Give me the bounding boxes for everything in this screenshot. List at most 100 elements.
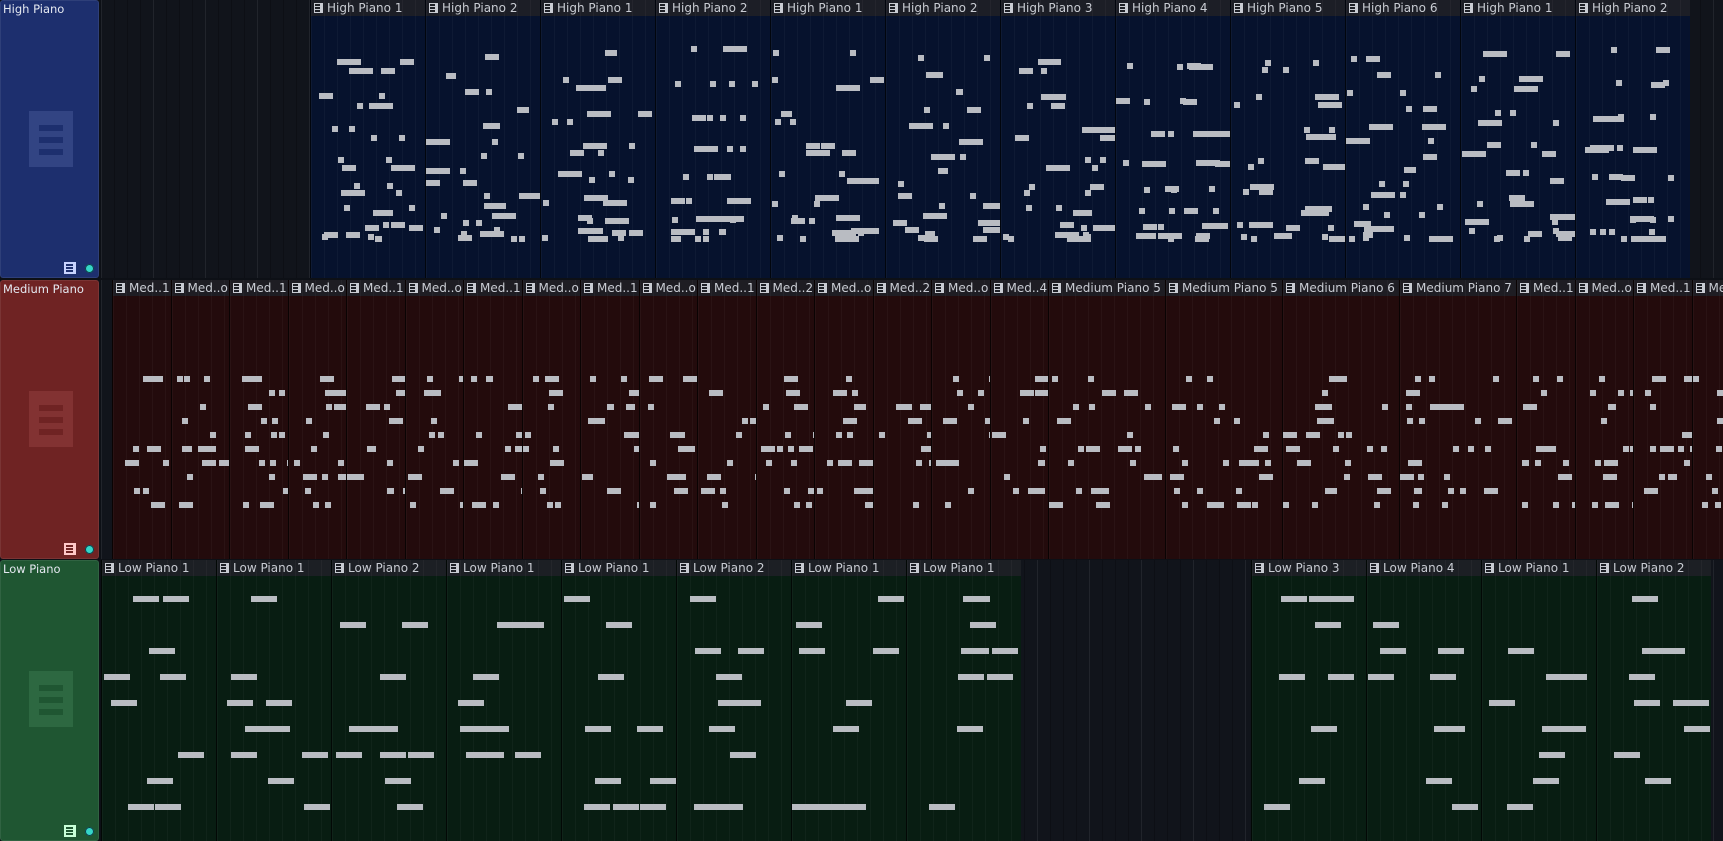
pattern-clip-title[interactable]: High Piano 3 [1001, 0, 1115, 16]
pattern-clip[interactable]: Med..o 1 [287, 280, 346, 559]
pattern-clip[interactable]: High Piano 4 [1115, 0, 1230, 278]
pattern-clip[interactable]: Med..1 [1633, 280, 1692, 559]
pattern-clip[interactable]: Low Piano 1 [101, 560, 216, 841]
pattern-clip-title[interactable]: Med..1 [113, 280, 171, 296]
pattern-clip-title[interactable]: Med..1 [698, 280, 756, 296]
pattern-clip-title[interactable]: Med..2 [756, 280, 814, 296]
pattern-clip-title[interactable]: Med..2 [873, 280, 931, 296]
pattern-clip-title[interactable]: Med..1 [230, 280, 288, 296]
pattern-clip-title[interactable]: High Piano 1 [771, 0, 885, 16]
pattern-clip[interactable]: Low Piano 2 [676, 560, 791, 841]
pattern-clip-title[interactable]: High Piano 2 [1576, 0, 1690, 16]
pattern-clip[interactable]: Med..o 1 [638, 280, 697, 559]
pattern-clip-title[interactable]: Low Piano 1 [447, 560, 561, 576]
pattern-clip-title[interactable]: Low Piano 1 [1482, 560, 1596, 576]
pattern-clip[interactable]: Low Piano 1 [791, 560, 906, 841]
pattern-clip-title[interactable]: Medium Piano 5 [1049, 280, 1165, 296]
pattern-clip-title[interactable]: Medium Piano 7 [1400, 280, 1516, 296]
pattern-clip[interactable]: Med..o 3 [931, 280, 990, 559]
pattern-clip[interactable]: High Piano 2 [885, 0, 1000, 278]
pattern-clip[interactable]: Low Piano 2 [1596, 560, 1711, 841]
pattern-clip-title[interactable]: Med..4 [990, 280, 1048, 296]
pattern-clip[interactable]: Med..o 2 [1691, 280, 1723, 559]
pattern-clip[interactable]: Med..o 1 [814, 280, 873, 559]
pattern-clip-title[interactable]: High Piano 1 [311, 0, 425, 16]
pattern-clip[interactable]: Med..1 [463, 280, 522, 559]
pattern-clip-title[interactable]: High Piano 1 [541, 0, 655, 16]
pattern-clip[interactable]: Med..1 [229, 280, 288, 559]
pattern-clip[interactable]: High Piano 1 [540, 0, 655, 278]
pattern-clip[interactable]: Low Piano 2 [331, 560, 446, 841]
pattern-clip-title[interactable]: Low Piano 1 [102, 560, 216, 576]
pattern-clip[interactable]: Med..o 1 [1574, 280, 1633, 559]
pattern-clip[interactable]: High Piano 6 [1345, 0, 1460, 278]
pattern-clip[interactable]: Med..o 2 [404, 280, 463, 559]
pattern-clip[interactable]: Low Piano 1 [216, 560, 331, 841]
pattern-clip[interactable]: High Piano 2 [425, 0, 540, 278]
pattern-clip[interactable]: Med..o 1 [170, 280, 229, 559]
pattern-clip[interactable]: High Piano 1 [1460, 0, 1575, 278]
pattern-clip-title[interactable]: Med..1 [347, 280, 405, 296]
pattern-clip[interactable]: High Piano 2 [655, 0, 770, 278]
track-header-medium[interactable]: Medium Piano [0, 280, 99, 559]
pattern-clip[interactable]: Low Piano 4 [1366, 560, 1481, 841]
pattern-clip[interactable]: Med..2 [755, 280, 814, 559]
pattern-clip-title[interactable]: Med..1 [581, 280, 639, 296]
pattern-clip[interactable]: High Piano 3 [1000, 0, 1115, 278]
track-enable-led-icon[interactable] [85, 264, 94, 273]
pattern-clip-title[interactable]: Med..o 1 [1575, 280, 1633, 296]
pattern-clip[interactable]: Med..1 [697, 280, 756, 559]
pattern-clip-title[interactable]: Low Piano 1 [217, 560, 331, 576]
pattern-clip-title[interactable]: Med..1 [1517, 280, 1575, 296]
pattern-clip-title[interactable]: High Piano 4 [1116, 0, 1230, 16]
pattern-clip-title[interactable]: Med..o 2 [405, 280, 463, 296]
pattern-clip[interactable]: Medium Piano 6 [1282, 280, 1399, 559]
pattern-clip[interactable]: Med..1 [346, 280, 405, 559]
pattern-clip-title[interactable]: Low Piano 2 [332, 560, 446, 576]
pattern-clip-title[interactable]: Med..o 1 [815, 280, 873, 296]
pattern-clip[interactable]: Low Piano 1 [1481, 560, 1596, 841]
pattern-clip-title[interactable]: Low Piano 1 [792, 560, 906, 576]
pattern-clip[interactable]: Med..1 [580, 280, 639, 559]
pattern-clip-title[interactable]: Low Piano 3 [1252, 560, 1366, 576]
pattern-clip[interactable]: Med..o 2 [521, 280, 580, 559]
pattern-clip[interactable]: High Piano 1 [310, 0, 425, 278]
pattern-clip[interactable]: Medium Piano 5 [1048, 280, 1165, 559]
pattern-clip-title[interactable]: Low Piano 2 [1597, 560, 1711, 576]
pattern-clip-title[interactable]: Med..o 2 [522, 280, 580, 296]
pattern-clip-icon[interactable] [64, 825, 76, 837]
pattern-clip-icon[interactable] [64, 543, 76, 555]
pattern-clip-title[interactable]: Med..o 1 [639, 280, 697, 296]
pattern-clip[interactable]: Medium Piano 5 [1165, 280, 1282, 559]
pattern-clip-title[interactable]: Med..1 [1634, 280, 1692, 296]
pattern-clip-title[interactable]: High Piano 1 [1461, 0, 1575, 16]
pattern-clip-title[interactable]: High Piano 5 [1231, 0, 1345, 16]
pattern-clip-title[interactable]: Low Piano 4 [1367, 560, 1481, 576]
pattern-clip-title[interactable]: Medium Piano 5 [1166, 280, 1282, 296]
pattern-clip-title[interactable]: High Piano 6 [1346, 0, 1460, 16]
pattern-clip[interactable]: Med..1 [1516, 280, 1575, 559]
pattern-clip-title[interactable]: Low Piano 1 [907, 560, 1021, 576]
pattern-clip[interactable]: Med..4 [989, 280, 1048, 559]
pattern-clip-title[interactable]: Low Piano 1 [562, 560, 676, 576]
playlist-lane-high[interactable]: High Piano 1 High Piano 2 High Piano 1 High… [101, 0, 1723, 278]
pattern-clip[interactable]: Med..2 [872, 280, 931, 559]
pattern-clip-title[interactable]: Med..o 1 [288, 280, 346, 296]
playlist-lane-medium[interactable]: Med..1Med..o 1Med..1Med..o 1Med..1Med..o… [101, 280, 1723, 559]
pattern-clip[interactable]: High Piano 5 [1230, 0, 1345, 278]
track-header-high[interactable]: High Piano [0, 0, 99, 278]
pattern-clip[interactable]: Low Piano 1 [906, 560, 1021, 841]
playlist-lane-low[interactable]: Low Piano 1 Low Piano 1 Low Piano 2 Low Pia… [101, 560, 1723, 841]
pattern-clip[interactable]: High Piano 2 [1575, 0, 1690, 278]
pattern-clip-title[interactable]: Medium Piano 6 [1283, 280, 1399, 296]
pattern-clip-title[interactable]: Low Piano 2 [677, 560, 791, 576]
pattern-clip-title[interactable]: High Piano 2 [426, 0, 540, 16]
pattern-clip[interactable]: Low Piano 1 [561, 560, 676, 841]
pattern-clip-title[interactable]: High Piano 2 [656, 0, 770, 16]
track-header-low[interactable]: Low Piano [0, 560, 99, 841]
pattern-clip-title[interactable]: Med..o 1 [171, 280, 229, 296]
track-enable-led-icon[interactable] [85, 827, 94, 836]
pattern-clip[interactable]: High Piano 1 [770, 0, 885, 278]
pattern-clip-title[interactable]: Med..1 [464, 280, 522, 296]
pattern-clip[interactable]: Low Piano 1 [446, 560, 561, 841]
